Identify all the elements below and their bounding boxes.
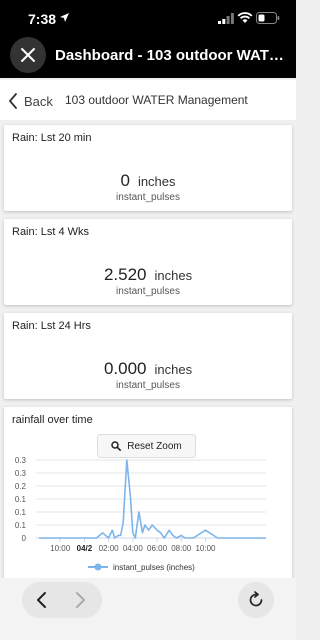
card-unit: inches — [137, 174, 176, 189]
card-unit: inches — [154, 362, 193, 377]
y-tick-label: 0.1 — [15, 495, 27, 504]
card-subtitle: instant_pulses — [116, 380, 180, 391]
close-icon — [21, 48, 35, 62]
history-nav-group — [22, 582, 102, 618]
card-value-row: 2.520 inches — [4, 265, 292, 285]
x-tick-label: 02:00 — [99, 544, 120, 553]
x-tick-label: 08:00 — [171, 544, 192, 553]
chevron-left-icon[interactable] — [34, 591, 50, 609]
back-button[interactable]: Back — [8, 91, 53, 111]
reset-zoom-label: Reset Zoom — [127, 440, 182, 452]
x-tick-label: 04:00 — [123, 544, 144, 553]
chart-card: rainfall over time 0.3 0.3 0.2 0.1 0.1 0.1 0 10… — [4, 407, 292, 582]
card-value: 2.520 — [103, 265, 147, 284]
bottom-toolbar — [0, 578, 296, 640]
card-subtitle: instant_pulses — [116, 286, 180, 297]
status-bar: 7:38 — [0, 0, 296, 34]
card-value: 0.000 — [103, 359, 147, 378]
card-value-row: 0.000 inches — [4, 359, 292, 379]
y-tick-label: 0.1 — [15, 521, 27, 530]
card-rain-20min: Rain: Lst 20 min 0 inches instant_pulses — [4, 125, 292, 211]
card-title: Rain: Lst 20 min — [12, 132, 92, 144]
status-time: 7:38 — [28, 11, 57, 27]
y-tick-label: 0.3 — [15, 456, 27, 465]
legend-label: instant_pulses (inches) — [113, 563, 195, 572]
page-title: 103 outdoor WATER Management — [65, 93, 248, 107]
card-rain-24hrs: Rain: Lst 24 Hrs 0.000 inches instant_pul… — [4, 313, 292, 399]
battery-icon — [256, 12, 280, 24]
x-tick-label: 10:00 — [195, 544, 216, 553]
magnifier-icon — [111, 441, 122, 451]
card-value-row: 0 inches — [4, 171, 292, 191]
location-arrow-icon — [60, 13, 69, 22]
close-button[interactable] — [10, 37, 46, 73]
app-top-bar: Dashboard - 103 outdoor WATER Management — [0, 34, 296, 78]
card-title: Rain: Lst 24 Hrs — [12, 320, 91, 332]
card-rain-4wks: Rain: Lst 4 Wks 2.520 inches instant_puls… — [4, 219, 292, 305]
card-value: 0 — [120, 171, 130, 190]
chevron-right-icon[interactable] — [72, 591, 88, 609]
y-tick-label: 0.2 — [15, 482, 27, 491]
x-tick-label: 10:00 — [50, 544, 71, 553]
cellular-signal-icon — [218, 13, 234, 24]
card-title: Rain: Lst 4 Wks — [12, 226, 90, 238]
window-title: Dashboard - 103 outdoor WATER Management — [55, 47, 291, 64]
card-unit: inches — [154, 268, 193, 283]
y-tick-label: 0.1 — [15, 508, 27, 517]
navigation-bar: Back 103 outdoor WATER Management — [0, 80, 296, 120]
wifi-icon — [237, 12, 253, 23]
legend-marker — [94, 563, 102, 571]
card-subtitle: instant_pulses — [116, 192, 180, 203]
back-label: Back — [24, 93, 53, 109]
x-tick-label: 06:00 — [147, 544, 168, 553]
reset-zoom-button[interactable]: Reset Zoom — [97, 434, 196, 458]
reload-button[interactable] — [238, 582, 274, 618]
y-tick-label: 0.3 — [15, 469, 27, 478]
y-tick-label: 0 — [22, 534, 27, 543]
reload-icon — [249, 591, 263, 607]
chevron-left-icon — [9, 93, 17, 109]
x-tick-label: 04/2 — [77, 544, 93, 553]
